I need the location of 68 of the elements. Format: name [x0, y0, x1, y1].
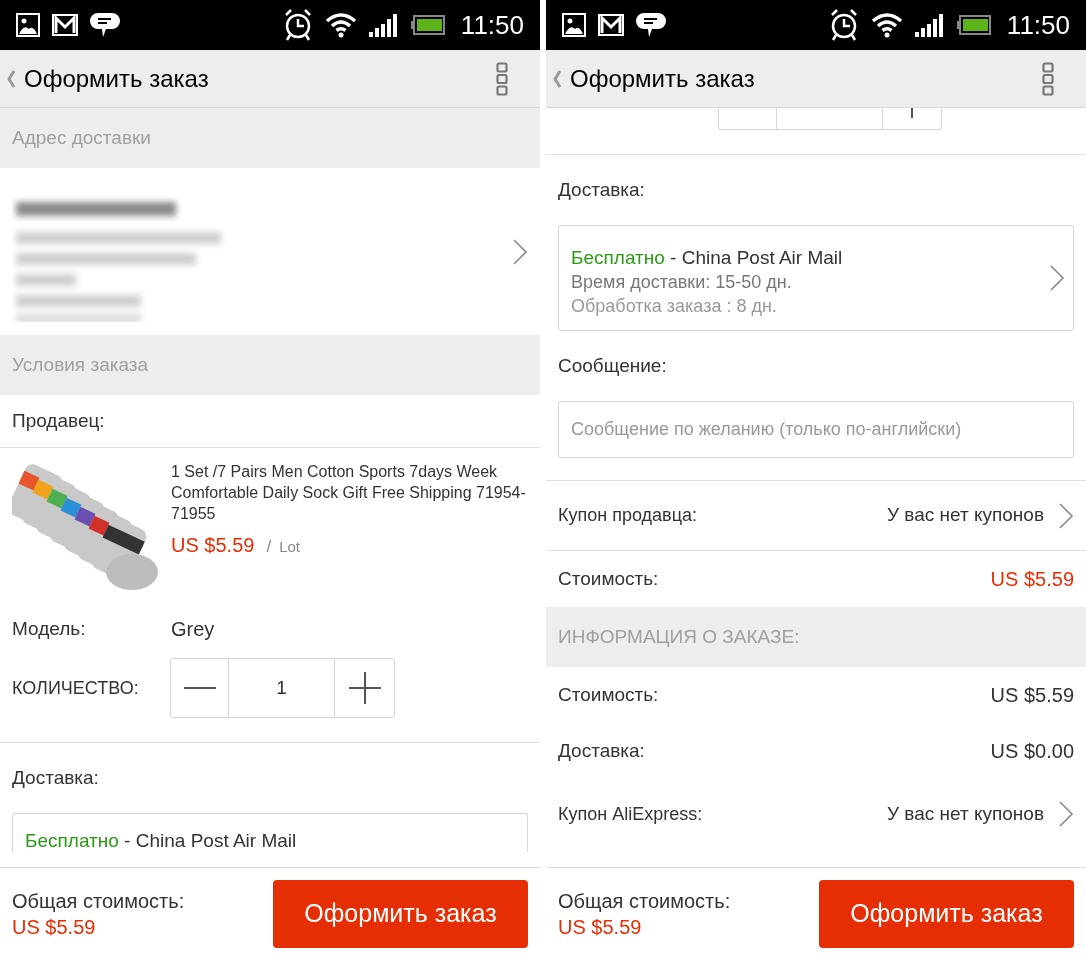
minus-icon	[183, 687, 216, 689]
shipping-method: - China Post Air Mail	[124, 830, 297, 851]
section-header: Адрес доставки	[0, 108, 540, 168]
row-label: Купон продавца:	[558, 504, 698, 527]
row-value: У вас нет купонов	[886, 801, 1044, 826]
quantity-value[interactable]: 1	[229, 659, 334, 717]
clock-time: 11:50	[460, 12, 524, 38]
row-label: Доставка:	[558, 738, 646, 763]
chat-bubble-icon	[636, 11, 666, 39]
plus-icon	[348, 672, 381, 704]
mail-icon	[598, 14, 624, 36]
section-header: Условия заказа	[0, 335, 540, 395]
image-icon	[16, 13, 40, 37]
chevron-right-icon	[1058, 800, 1074, 828]
delivery-time: Время доставки: 15-50 дн.	[571, 272, 793, 291]
chevron-right-icon	[1049, 264, 1065, 292]
screen-title: Оформить заказ	[570, 63, 756, 94]
chevron-right-icon	[512, 237, 528, 266]
field-label: Доставка:	[558, 177, 645, 202]
signal-icon	[914, 13, 945, 37]
chat-bubble-icon	[90, 11, 120, 39]
field-label: Сообщение:	[558, 353, 667, 378]
row-value: US $5.59	[990, 683, 1074, 708]
screen-title: Оформить заказ	[24, 63, 210, 94]
product-price: US $5.59	[171, 533, 255, 558]
wifi-icon	[324, 12, 357, 38]
checkout-button[interactable]: Оформить заказ	[273, 880, 528, 948]
section-header: ИНФОРМАЦИЯ О ЗАКАЗЕ:	[546, 607, 1086, 667]
field-label: Модель:	[12, 616, 87, 641]
row-value: US $0.00	[990, 739, 1074, 764]
back-icon[interactable]	[552, 68, 562, 89]
total-price: US $5.59	[12, 917, 97, 937]
clock-time: 11:50	[1006, 12, 1070, 38]
checkout-button[interactable]: Оформить заказ	[819, 880, 1074, 948]
coupon-row[interactable]: Купон продавца: У вас нет купонов	[546, 481, 1086, 551]
image-icon	[562, 13, 586, 37]
wifi-icon	[870, 12, 903, 38]
chevron-right-icon	[1058, 501, 1074, 530]
menu-icon[interactable]	[1042, 61, 1054, 96]
battery-icon	[410, 15, 445, 35]
shipping-option-card[interactable]: Бесплатно - China Post Air Mail	[12, 813, 528, 852]
price-separator: /	[266, 536, 272, 558]
total-price: US $5.59	[558, 917, 643, 937]
product-title[interactable]: 1 Set /7 Pairs Men Cotton Sports 7days Week Comfortable Daily Sock Gift Free Shipping 71954-71955	[171, 461, 532, 524]
row-label: Стоимость:	[558, 566, 660, 591]
row-value: У вас нет купонов	[886, 503, 1044, 528]
message-field[interactable]: Сообщение по желанию (только по-английски)	[558, 401, 1074, 458]
row-label: Купон AliExpress:	[558, 802, 704, 826]
back-icon[interactable]	[6, 68, 16, 89]
total-label: Общая стоимость:	[558, 891, 732, 911]
price-unit: Lot	[279, 537, 300, 557]
shipping-price: Бесплатно	[571, 246, 665, 268]
field-label: Продавец:	[12, 408, 105, 433]
total-label: Общая стоимость:	[12, 891, 186, 911]
row-label: Стоимость:	[558, 682, 660, 707]
signal-icon	[368, 13, 399, 37]
menu-icon[interactable]	[496, 61, 508, 96]
shipping-method: - China Post Air Mail	[670, 246, 843, 268]
coupon-row[interactable]: Купон AliExpress: У вас нет купонов	[546, 779, 1086, 849]
battery-icon	[956, 15, 991, 35]
row-value: US $5.59	[990, 567, 1074, 592]
field-label: Доставка:	[12, 765, 99, 790]
mail-icon	[52, 14, 78, 36]
shipping-option-card[interactable]: Бесплатно - China Post Air Mail Время доставки: 15-50 дн. Обработка заказа : 8 дн.	[558, 225, 1074, 331]
field-value: Grey	[171, 617, 215, 642]
shipping-price: Бесплатно	[25, 830, 119, 851]
field-label: КОЛИЧЕСТВО:	[12, 676, 140, 700]
processing-time: Обработка заказа : 8 дн.	[571, 296, 778, 315]
